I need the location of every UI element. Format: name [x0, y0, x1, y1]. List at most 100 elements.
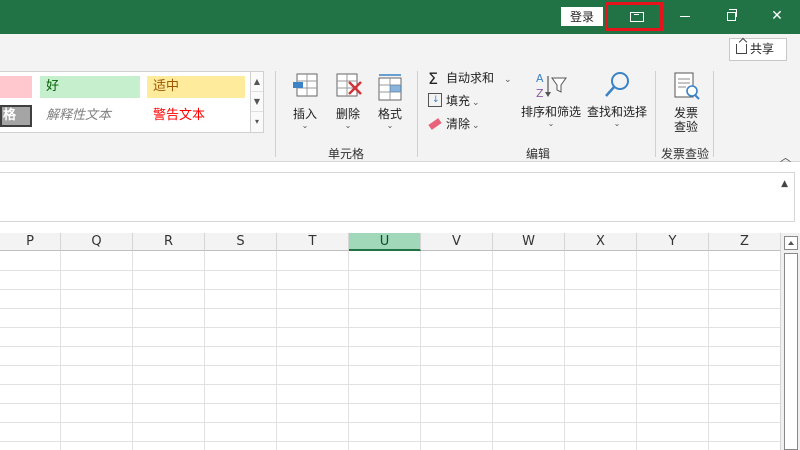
style-check-cell[interactable]: 格 [0, 105, 32, 127]
clear-label: 清除 [446, 117, 471, 131]
style-good[interactable]: 好 [40, 76, 140, 98]
clear-button[interactable]: 清除 ⌄ [428, 114, 480, 134]
group-separator [417, 71, 418, 157]
group-separator [275, 71, 276, 157]
find-select-button[interactable]: 查找和选择 ⌄ [585, 70, 649, 129]
format-label: 格式 [377, 107, 402, 121]
minimize-button[interactable] [662, 0, 708, 34]
format-button[interactable]: 格式 ⌄ [372, 72, 408, 131]
ribbon-display-options-icon [630, 12, 644, 22]
autosum-button[interactable]: Σ 自动求和 ⌄ [428, 68, 512, 88]
gridline [60, 251, 61, 450]
column-header-y[interactable]: Y [637, 233, 709, 251]
invoice-check-icon [674, 72, 700, 100]
chevron-down-icon: ⌄ [386, 121, 394, 130]
sigma-icon: Σ [428, 69, 439, 88]
column-header-p[interactable]: P [0, 233, 61, 251]
restore-button[interactable] [708, 0, 754, 34]
eraser-icon [428, 116, 442, 130]
fill-down-icon: ↓ [428, 93, 442, 107]
svg-text:Z: Z [536, 87, 544, 100]
formula-expand-icon[interactable]: ▲ [781, 179, 788, 189]
chevron-up-icon: ︿ [780, 151, 791, 164]
share-button[interactable]: 共享 [729, 38, 787, 61]
group-separator [655, 71, 656, 157]
gallery-scroll: ▲ ▼ ▾ [250, 72, 263, 132]
sort-filter-button[interactable]: A Z 排序和筛选 ⌄ [520, 70, 582, 129]
column-header-q[interactable]: Q [61, 233, 133, 251]
gridline [0, 327, 780, 328]
editing-group-label: 编辑 [525, 147, 550, 161]
gallery-more-button[interactable]: ▾ [251, 112, 263, 132]
minimize-icon [680, 16, 690, 17]
style-bad[interactable] [0, 76, 32, 98]
worksheet-grid[interactable]: PQRSTUVWXYZ [0, 233, 780, 450]
format-cells-icon [378, 74, 402, 101]
share-label: 共享 [750, 42, 775, 56]
invoice-group-label: 发票查验 [660, 147, 709, 161]
ribbon: 共享 好 适中 格 解释性文本 警告文本 ▲ ▼ ▾ 插入 ⌄ 删除 ⌄ 格式 … [0, 34, 800, 165]
insert-cells-icon [293, 73, 318, 97]
delete-button[interactable]: 删除 ⌄ [330, 72, 366, 131]
gridline [0, 270, 780, 271]
group-separator [713, 71, 714, 157]
column-header-u[interactable]: U [349, 233, 421, 251]
formula-bar[interactable]: ▲ [0, 172, 795, 222]
chevron-down-icon: ⌄ [547, 119, 555, 128]
ribbon-display-options-button[interactable] [605, 2, 663, 31]
style-warning[interactable]: 警告文本 [147, 105, 245, 127]
gridline [492, 251, 493, 450]
column-header-x[interactable]: X [565, 233, 637, 251]
sort-filter-label: 排序和筛选 [520, 105, 581, 119]
magnifier-icon [605, 72, 629, 97]
invoice-check-line1: 发票 [673, 106, 698, 120]
invoice-check-line2: 查验 [673, 120, 698, 134]
login-button[interactable]: 登录 [561, 7, 603, 26]
column-header-t[interactable]: T [277, 233, 349, 251]
fill-button[interactable]: ↓ 填充 ⌄ [428, 91, 480, 111]
vertical-scrollbar[interactable] [780, 233, 800, 450]
gridline [0, 365, 780, 366]
chevron-down-icon: ⌄ [301, 121, 309, 130]
column-header-s[interactable]: S [205, 233, 277, 251]
gridline [276, 251, 277, 450]
gridline [0, 441, 780, 442]
gridline [0, 422, 780, 423]
fill-label: 填充 [446, 94, 471, 108]
gridline [204, 251, 205, 450]
style-neutral[interactable]: 适中 [147, 76, 245, 98]
autosum-label: 自动求和 [446, 71, 495, 85]
gridline [0, 403, 780, 404]
gridline [564, 251, 565, 450]
gridline [0, 308, 780, 309]
column-header-r[interactable]: R [133, 233, 205, 251]
close-button[interactable]: ✕ [754, 0, 800, 34]
delete-label: 删除 [335, 107, 360, 121]
gridline [132, 251, 133, 450]
gridline [0, 384, 780, 385]
collapse-ribbon-button[interactable]: ︿ [780, 149, 791, 165]
insert-button[interactable]: 插入 ⌄ [287, 72, 323, 131]
close-icon: ✕ [771, 8, 783, 24]
gallery-down-button[interactable]: ▼ [251, 92, 263, 112]
gridline [0, 346, 780, 347]
chevron-down-icon: ⌄ [504, 75, 512, 85]
column-header-z[interactable]: Z [709, 233, 780, 251]
cell-styles-gallery: 好 适中 格 解释性文本 警告文本 ▲ ▼ ▾ [0, 71, 264, 133]
gridline [708, 251, 709, 450]
scroll-thumb[interactable] [784, 253, 798, 450]
chevron-down-icon: ⌄ [344, 121, 352, 130]
gridline [0, 289, 780, 290]
svg-text:A: A [536, 72, 544, 85]
column-header-v[interactable]: V [421, 233, 493, 251]
sort-filter-icon: A Z [536, 72, 567, 100]
invoice-check-button[interactable]: 发票 查验 [664, 71, 708, 134]
chevron-down-icon: ⌄ [472, 98, 480, 108]
gallery-up-button[interactable]: ▲ [251, 72, 263, 92]
gridline [348, 251, 349, 450]
gridline [420, 251, 421, 450]
style-explanatory[interactable]: 解释性文本 [40, 105, 140, 127]
scroll-up-button[interactable] [784, 236, 798, 250]
column-header-w[interactable]: W [493, 233, 565, 251]
chevron-down-icon: ⌄ [472, 121, 480, 131]
